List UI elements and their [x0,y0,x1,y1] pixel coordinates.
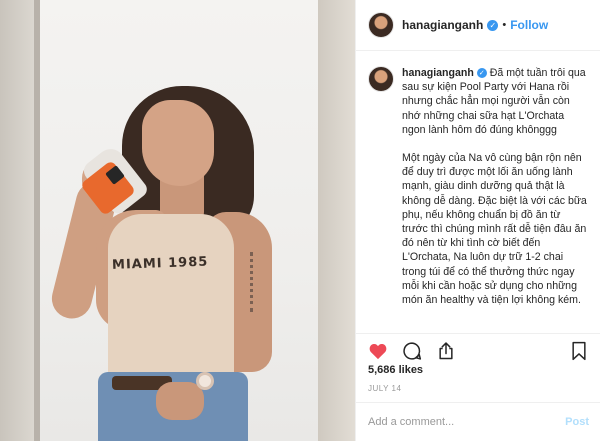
heart-icon [369,343,387,359]
comment-input[interactable] [368,416,566,428]
like-button[interactable] [366,339,390,363]
like-count[interactable]: 5,686 likes [368,364,423,376]
post-comment-button[interactable]: Post [565,416,589,428]
caption-username[interactable]: hanagianganh [402,67,474,79]
photo-tattoo [250,252,264,312]
caption-area: hanagianganh ✓ Đã một tuần trôi qua sau … [356,52,600,330]
caption: hanagianganh ✓ Đã một tuần trôi qua sau … [402,66,589,330]
photo-hand-right [156,382,204,420]
post-date[interactable]: JULY 14 [368,384,401,393]
caption-paragraph-2: Một ngày của Na vô cùng bận rộn nên để d… [402,152,587,307]
instagram-post-view: MIAMI 1985 hanagianganh ✓ • Follow hanag… [0,0,600,441]
photo-door [318,0,355,441]
caption-avatar[interactable] [368,66,394,92]
avatar[interactable] [368,12,394,38]
photo-watch [196,372,214,390]
share-button[interactable] [434,339,458,363]
follow-button[interactable]: Follow [510,18,548,32]
caption-paragraph-1: hanagianganh ✓ Đã một tuần trôi qua sau … [402,66,589,137]
comment-bar: Post [356,402,600,441]
bookmark-icon [572,341,586,360]
post-photo[interactable]: MIAMI 1985 [0,0,355,441]
verified-badge-icon: ✓ [487,19,499,31]
save-button[interactable] [567,339,591,363]
caption-verified-badge-icon: ✓ [476,68,487,79]
comment-icon [403,341,422,360]
share-icon [439,341,453,359]
photo-face [142,100,214,186]
header-username[interactable]: hanagianganh [402,18,483,32]
header-separator: • [502,19,507,31]
post-header: hanagianganh ✓ • Follow [356,0,600,51]
photo-wall-left [0,0,36,441]
photo-tank-top [108,214,234,390]
action-bar [356,333,600,367]
comment-button[interactable] [400,339,424,363]
post-side-panel: hanagianganh ✓ • Follow hanagianganh ✓ Đ… [355,0,600,441]
